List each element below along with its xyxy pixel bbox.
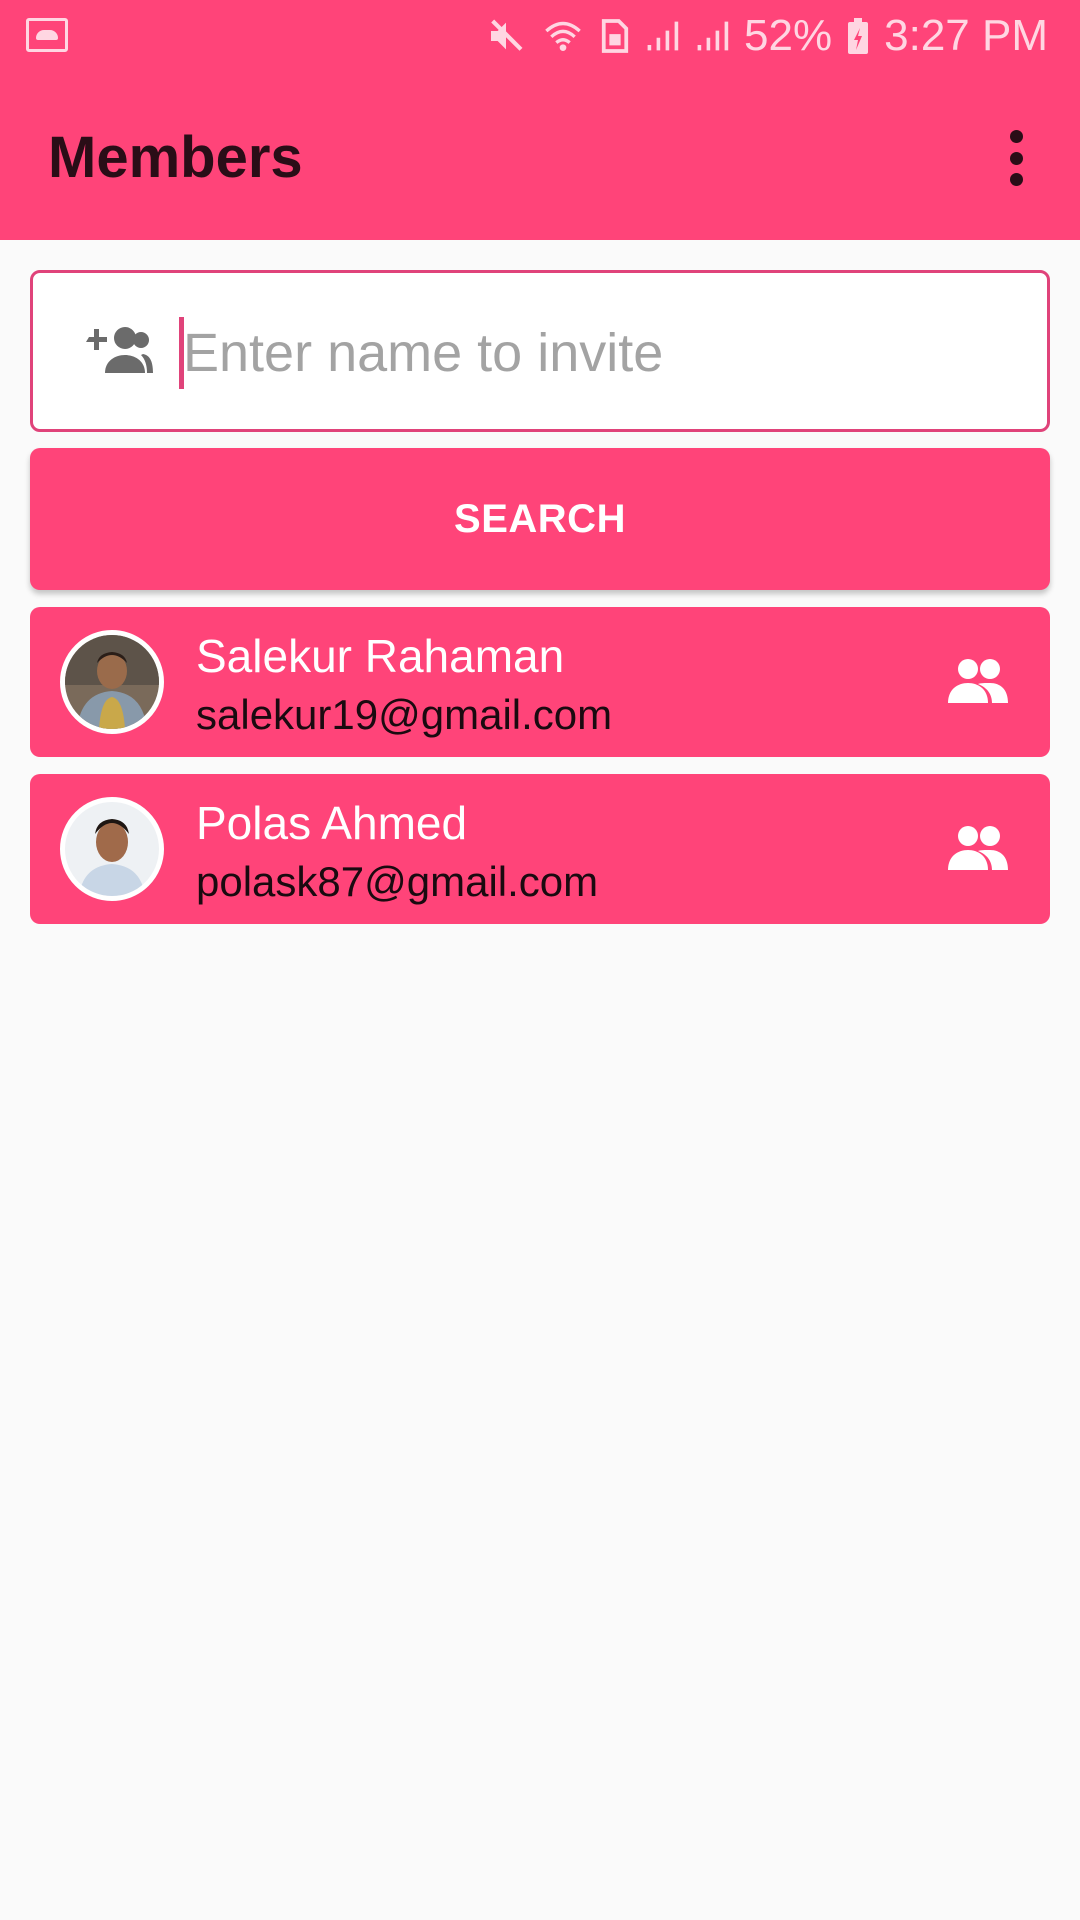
member-name: Salekur Rahaman [196, 630, 565, 682]
invite-name-input[interactable] [179, 309, 1019, 397]
battery-percent: 52% [744, 11, 833, 60]
member-card[interactable]: Salekur Rahaman salekur19@gmail.com [30, 607, 1050, 757]
status-bar: 52% 3:27 PM [0, 0, 1080, 72]
battery-charging-icon [848, 18, 869, 54]
signal-icon [647, 21, 679, 51]
search-button[interactable]: SEARCH [30, 448, 1050, 590]
avatar [60, 630, 164, 734]
member-email: salekur19@gmail.com [196, 691, 613, 738]
invite-field-container [30, 270, 1050, 432]
more-vert-icon[interactable] [998, 130, 1034, 186]
clock: 3:27 PM [884, 11, 1048, 60]
member-card[interactable]: Polas Ahmed polask87@gmail.com [30, 774, 1050, 924]
gallery-icon [26, 18, 68, 52]
group-icon[interactable] [948, 657, 1008, 707]
member-name: Polas Ahmed [196, 797, 468, 849]
signal-icon [697, 21, 729, 51]
mute-icon [491, 19, 523, 51]
group-icon[interactable] [948, 824, 1008, 874]
group-add-icon [86, 327, 153, 373]
sim-icon [601, 19, 629, 53]
status-indicators: 52% 3:27 PM [486, 10, 1048, 62]
page-title: Members [48, 125, 303, 190]
wifi-icon [545, 21, 581, 51]
app-bar: Members [0, 72, 1080, 240]
avatar [60, 797, 164, 901]
member-email: polask87@gmail.com [196, 858, 599, 905]
